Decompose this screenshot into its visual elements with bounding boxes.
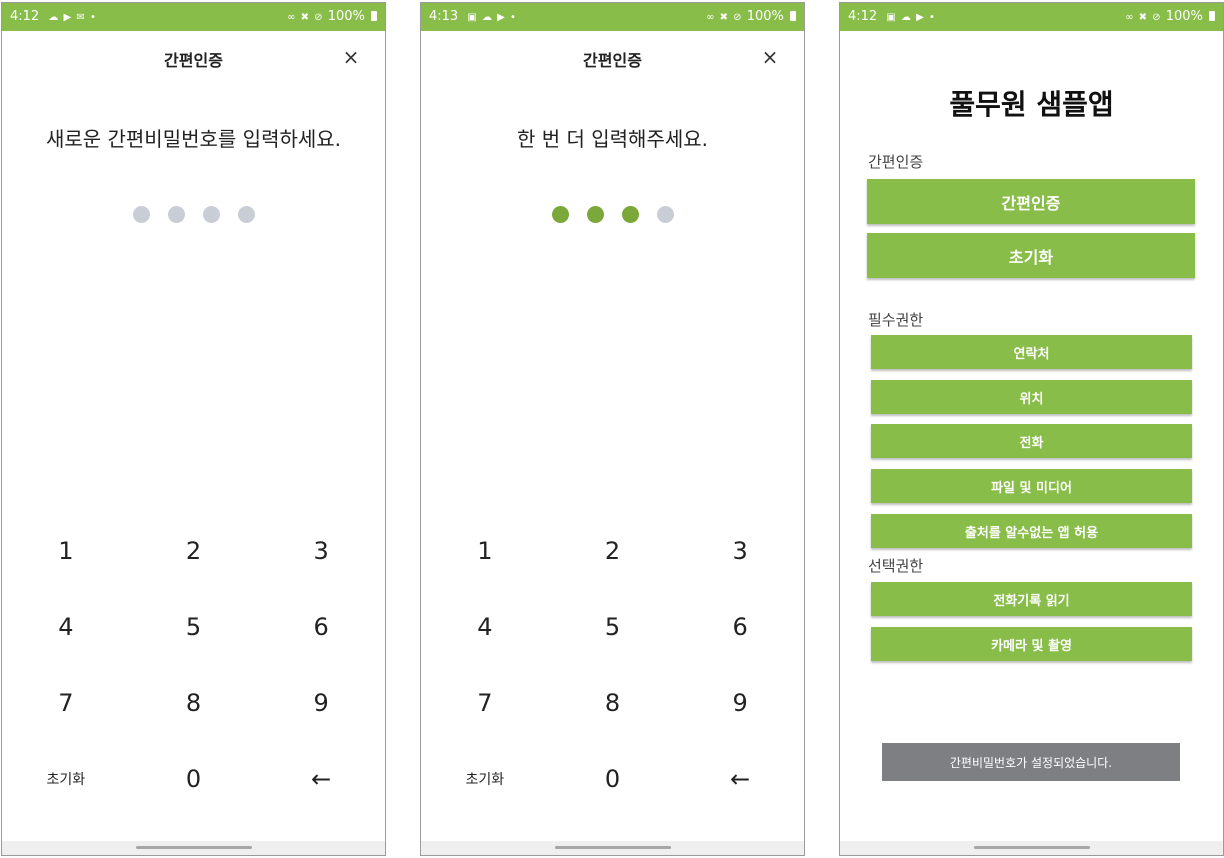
notification-icons: ▣ ☁ ▶ • xyxy=(467,12,517,23)
battery-icon xyxy=(790,11,796,21)
notification-icons: ▣ ☁ ▶ • xyxy=(886,12,936,23)
key-3[interactable]: 3 xyxy=(676,513,804,589)
key-8[interactable]: 8 xyxy=(549,665,677,741)
pin-dot xyxy=(132,206,150,223)
pin-indicator xyxy=(421,206,804,223)
pin-dot xyxy=(656,206,674,223)
numeric-keypad: 1 2 3 4 5 6 7 8 9 초기화 0 ← xyxy=(421,513,804,817)
system-icons: ∞ ✖ ⊘ xyxy=(706,12,743,23)
backspace-icon[interactable]: ← xyxy=(257,741,385,817)
key-3[interactable]: 3 xyxy=(257,513,385,589)
reset-key[interactable]: 초기화 xyxy=(2,741,130,817)
key-4[interactable]: 4 xyxy=(421,589,549,665)
location-permission-button[interactable]: 위치 xyxy=(871,380,1192,414)
pin-indicator xyxy=(2,206,385,223)
system-icons: ∞ ✖ ⊘ xyxy=(1125,12,1162,23)
app-title: 풀무원 샘플앱 xyxy=(949,88,1114,121)
battery-icon xyxy=(371,11,377,21)
status-time: 4:12 xyxy=(848,9,878,24)
backspace-icon[interactable]: ← xyxy=(676,741,804,817)
files-media-permission-button[interactable]: 파일 및 미디어 xyxy=(871,469,1192,503)
optional-permissions-label: 선택권한 xyxy=(868,557,924,575)
pin-entry-screen-new: 4:12 ☁ ▶ ✉ • ∞ ✖ ⊘ 100% 간편인증 × 새로운 간편비밀번… xyxy=(1,2,386,856)
home-handle[interactable] xyxy=(135,846,252,849)
pin-prompt: 한 번 더 입력해주세요. xyxy=(516,127,709,151)
battery-level: 100% xyxy=(1165,9,1203,24)
simple-auth-button[interactable]: 간편인증 xyxy=(867,179,1195,224)
battery-level: 100% xyxy=(327,9,365,24)
battery-level: 100% xyxy=(746,9,784,24)
pin-dot xyxy=(237,206,255,223)
key-6[interactable]: 6 xyxy=(257,589,385,665)
home-handle[interactable] xyxy=(973,846,1090,849)
status-time: 4:12 xyxy=(10,9,40,24)
camera-permission-button[interactable]: 카메라 및 촬영 xyxy=(871,627,1192,661)
key-7[interactable]: 7 xyxy=(421,665,549,741)
reset-button[interactable]: 초기화 xyxy=(867,233,1195,278)
notification-icons: ☁ ▶ ✉ • xyxy=(48,12,97,23)
key-1[interactable]: 1 xyxy=(421,513,549,589)
numeric-keypad: 1 2 3 4 5 6 7 8 9 초기화 0 ← xyxy=(2,513,385,817)
key-6[interactable]: 6 xyxy=(676,589,804,665)
key-9[interactable]: 9 xyxy=(676,665,804,741)
pin-dot xyxy=(202,206,220,223)
pin-prompt: 새로운 간편비밀번호를 입력하세요. xyxy=(45,127,342,151)
key-5[interactable]: 5 xyxy=(130,589,258,665)
phone-permission-button[interactable]: 전화 xyxy=(871,424,1192,458)
pin-dot xyxy=(586,206,604,223)
reset-key[interactable]: 초기화 xyxy=(421,741,549,817)
pin-dot xyxy=(551,206,569,223)
toast-message: 간편비밀번호가 설정되었습니다. xyxy=(882,743,1180,781)
status-bar: 4:12 ▣ ☁ ▶ • ∞ ✖ ⊘ 100% xyxy=(840,3,1223,31)
close-icon[interactable]: × xyxy=(758,45,782,69)
key-0[interactable]: 0 xyxy=(549,741,677,817)
close-icon[interactable]: × xyxy=(339,45,363,69)
key-9[interactable]: 9 xyxy=(257,665,385,741)
contacts-permission-button[interactable]: 연락처 xyxy=(871,335,1192,369)
key-2[interactable]: 2 xyxy=(130,513,258,589)
key-0[interactable]: 0 xyxy=(130,741,258,817)
key-7[interactable]: 7 xyxy=(2,665,130,741)
unknown-sources-permission-button[interactable]: 출처를 알수없는 앱 허용 xyxy=(871,514,1192,548)
navigation-bar xyxy=(840,841,1223,855)
page-title: 간편인증 xyxy=(164,51,223,70)
key-5[interactable]: 5 xyxy=(549,589,677,665)
pin-dot xyxy=(621,206,639,223)
status-bar: 4:13 ▣ ☁ ▶ • ∞ ✖ ⊘ 100% xyxy=(421,3,804,31)
status-time: 4:13 xyxy=(429,9,459,24)
call-log-permission-button[interactable]: 전화기록 읽기 xyxy=(871,582,1192,616)
battery-icon xyxy=(1209,11,1215,21)
navigation-bar xyxy=(2,841,385,855)
pin-entry-screen-confirm: 4:13 ▣ ☁ ▶ • ∞ ✖ ⊘ 100% 간편인증 × 한 번 더 입력해… xyxy=(420,2,805,856)
system-icons: ∞ ✖ ⊘ xyxy=(287,12,324,23)
key-1[interactable]: 1 xyxy=(2,513,130,589)
key-8[interactable]: 8 xyxy=(130,665,258,741)
pin-dot xyxy=(167,206,185,223)
auth-section-label: 간편인증 xyxy=(868,153,924,171)
key-2[interactable]: 2 xyxy=(549,513,677,589)
sample-app-main-screen: 4:12 ▣ ☁ ▶ • ∞ ✖ ⊘ 100% 풀무원 샘플앱 간편인증 간편인… xyxy=(839,2,1224,856)
navigation-bar xyxy=(421,841,804,855)
key-4[interactable]: 4 xyxy=(2,589,130,665)
status-bar: 4:12 ☁ ▶ ✉ • ∞ ✖ ⊘ 100% xyxy=(2,3,385,31)
page-title: 간편인증 xyxy=(583,51,642,70)
home-handle[interactable] xyxy=(554,846,671,849)
required-permissions-label: 필수권한 xyxy=(868,311,924,329)
